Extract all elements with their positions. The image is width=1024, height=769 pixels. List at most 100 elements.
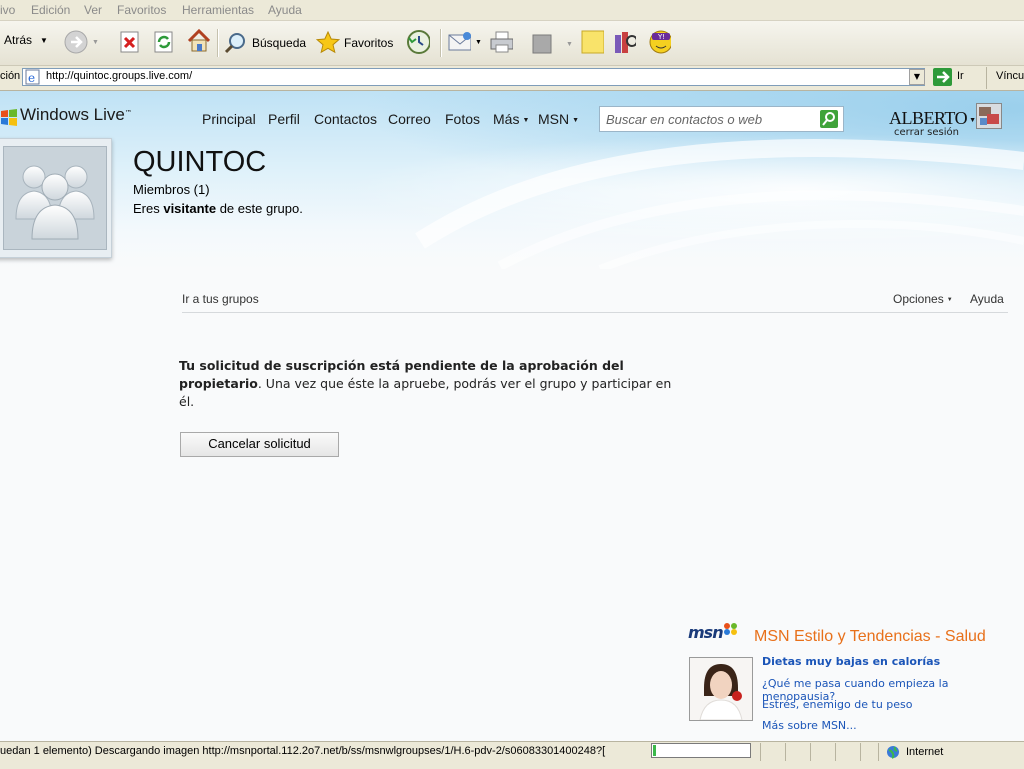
refresh-button[interactable] xyxy=(152,30,176,54)
notes-button[interactable] xyxy=(580,30,604,54)
group-picture[interactable] xyxy=(3,146,107,250)
back-button[interactable]: Atrás ▼ xyxy=(4,33,48,47)
forward-arrow-icon xyxy=(64,30,88,54)
dropdown-arrow-icon[interactable]: ▼ xyxy=(92,39,99,46)
divider xyxy=(182,312,1008,313)
yahoo-messenger-icon: Y! xyxy=(647,29,671,54)
cancel-request-button[interactable]: Cancelar solicitud xyxy=(180,432,339,457)
search-label: Búsqueda xyxy=(252,36,307,50)
nav-msn[interactable]: MSN ▼ xyxy=(538,111,579,127)
msn-butterfly-icon xyxy=(723,623,737,635)
nav-correo[interactable]: Correo xyxy=(388,111,431,127)
search-placeholder: Buscar en contactos o web xyxy=(606,112,763,127)
options-label: Opciones xyxy=(893,292,944,306)
print-button[interactable] xyxy=(489,30,513,54)
go-arrow-icon[interactable] xyxy=(933,68,952,89)
role-value: visitante xyxy=(163,201,217,216)
help-link[interactable]: Ayuda xyxy=(970,292,1004,306)
logo-trademark: ™ xyxy=(124,109,132,117)
dropdown-arrow-icon[interactable]: ▼ xyxy=(566,41,573,48)
go-button[interactable]: Ir xyxy=(957,70,964,82)
user-avatar-image xyxy=(977,104,1001,128)
stop-icon xyxy=(118,30,142,54)
nav-fotos[interactable]: Fotos xyxy=(445,111,480,127)
envelope-icon xyxy=(447,30,471,54)
research-button[interactable] xyxy=(612,30,636,54)
magnifier-icon xyxy=(224,31,248,55)
nav-mas[interactable]: Más ▼ xyxy=(493,111,529,127)
ie-page-icon: e xyxy=(25,69,41,88)
menu-file[interactable]: ivo xyxy=(0,3,15,17)
nav-contactos[interactable]: Contactos xyxy=(314,111,377,127)
avatar[interactable] xyxy=(976,103,1002,129)
woman-photo-image xyxy=(690,658,752,720)
pending-message: Tu solicitud de suscripción está pendien… xyxy=(179,357,679,411)
promo-link-3[interactable]: Más sobre MSN... xyxy=(762,719,857,732)
security-zone: Internet xyxy=(906,746,944,758)
svg-text:Y!: Y! xyxy=(657,33,665,41)
history-button[interactable] xyxy=(406,30,430,54)
search-button[interactable] xyxy=(820,110,838,128)
menu-edit[interactable]: Edición xyxy=(31,3,70,17)
user-menu[interactable]: ALBERTO ▼ xyxy=(889,108,976,129)
msn-logo-text: msn xyxy=(688,623,724,642)
windows-flag-icon xyxy=(1,109,17,126)
promo-headline[interactable]: Dietas muy bajas en calorías xyxy=(762,655,940,668)
globe-icon xyxy=(886,745,900,762)
nav-principal[interactable]: Principal xyxy=(202,111,256,127)
menu-tools[interactable]: Herramientas xyxy=(182,3,254,17)
address-label: ción xyxy=(0,70,21,82)
sticky-note-icon xyxy=(580,30,604,54)
mail-button[interactable]: ▼ xyxy=(447,30,482,54)
messenger-button[interactable]: Y! xyxy=(647,29,671,54)
address-url[interactable]: http://quintoc.groups.live.com/ xyxy=(46,70,192,82)
windows-live-logo[interactable]: Windows Live ™ xyxy=(0,105,132,126)
stop-button[interactable] xyxy=(118,30,142,54)
links-label[interactable]: Víncul xyxy=(996,70,1024,82)
edit-button[interactable]: ▼ xyxy=(530,32,573,56)
dropdown-arrow-icon[interactable]: ▼ xyxy=(475,39,482,46)
progress-fill xyxy=(653,745,656,756)
search-button[interactable]: Búsqueda xyxy=(224,31,306,55)
logo-text: Windows Live xyxy=(20,105,125,124)
user-name: ALBERTO xyxy=(889,108,968,128)
favorites-button[interactable]: Favoritos xyxy=(316,31,393,55)
chevron-down-icon: ▼ xyxy=(946,296,953,303)
group-members-link[interactable]: Miembros (1) xyxy=(133,182,210,197)
promo-link-2[interactable]: Estrés, enemigo de tu peso xyxy=(762,698,913,711)
books-icon xyxy=(612,30,636,54)
edit-page-icon xyxy=(530,32,554,56)
back-label: Atrás xyxy=(4,33,33,47)
sign-out-link[interactable]: cerrar sesión xyxy=(894,127,959,138)
search-icon xyxy=(822,112,835,126)
status-text: uedan 1 elemento) Descargando imagen htt… xyxy=(0,745,606,757)
role-prefix: Eres xyxy=(133,201,164,216)
history-icon xyxy=(406,30,430,54)
promo-photo[interactable] xyxy=(689,657,753,721)
address-dropdown-icon[interactable]: ▼ xyxy=(909,69,925,85)
msn-logo[interactable]: msn xyxy=(688,623,739,642)
nav-mas-label: Más xyxy=(493,111,520,127)
favorites-label: Favoritos xyxy=(344,36,394,50)
menu-bar: ivo Edición Ver Favoritos Herramientas A… xyxy=(0,0,1024,21)
chevron-down-icon: ▼ xyxy=(969,115,976,124)
promo-title[interactable]: MSN Estilo y Tendencias - Salud xyxy=(754,628,986,646)
forward-button[interactable]: ▼ xyxy=(64,30,99,54)
refresh-icon xyxy=(152,30,176,54)
nav-perfil[interactable]: Perfil xyxy=(268,111,300,127)
menu-favorites[interactable]: Favoritos xyxy=(117,3,166,17)
group-people-icon xyxy=(15,165,95,240)
standard-toolbar: Atrás ▼ ▼ Búsqueda Favoritos ▼ ▼ Y! xyxy=(0,21,1024,66)
group-name: QUINTOC xyxy=(133,146,267,178)
printer-icon xyxy=(489,30,513,54)
home-icon xyxy=(186,28,210,53)
group-role-text: Eres visitante de este grupo. xyxy=(133,201,303,216)
options-menu[interactable]: Opciones ▼ xyxy=(893,292,953,306)
progress-bar xyxy=(651,743,751,758)
role-suffix: de este grupo. xyxy=(216,201,303,216)
menu-help[interactable]: Ayuda xyxy=(268,3,302,17)
home-button[interactable] xyxy=(186,28,210,53)
menu-view[interactable]: Ver xyxy=(84,3,102,17)
my-groups-link[interactable]: Ir a tus grupos xyxy=(182,292,259,306)
dropdown-arrow-icon[interactable]: ▼ xyxy=(40,36,48,45)
